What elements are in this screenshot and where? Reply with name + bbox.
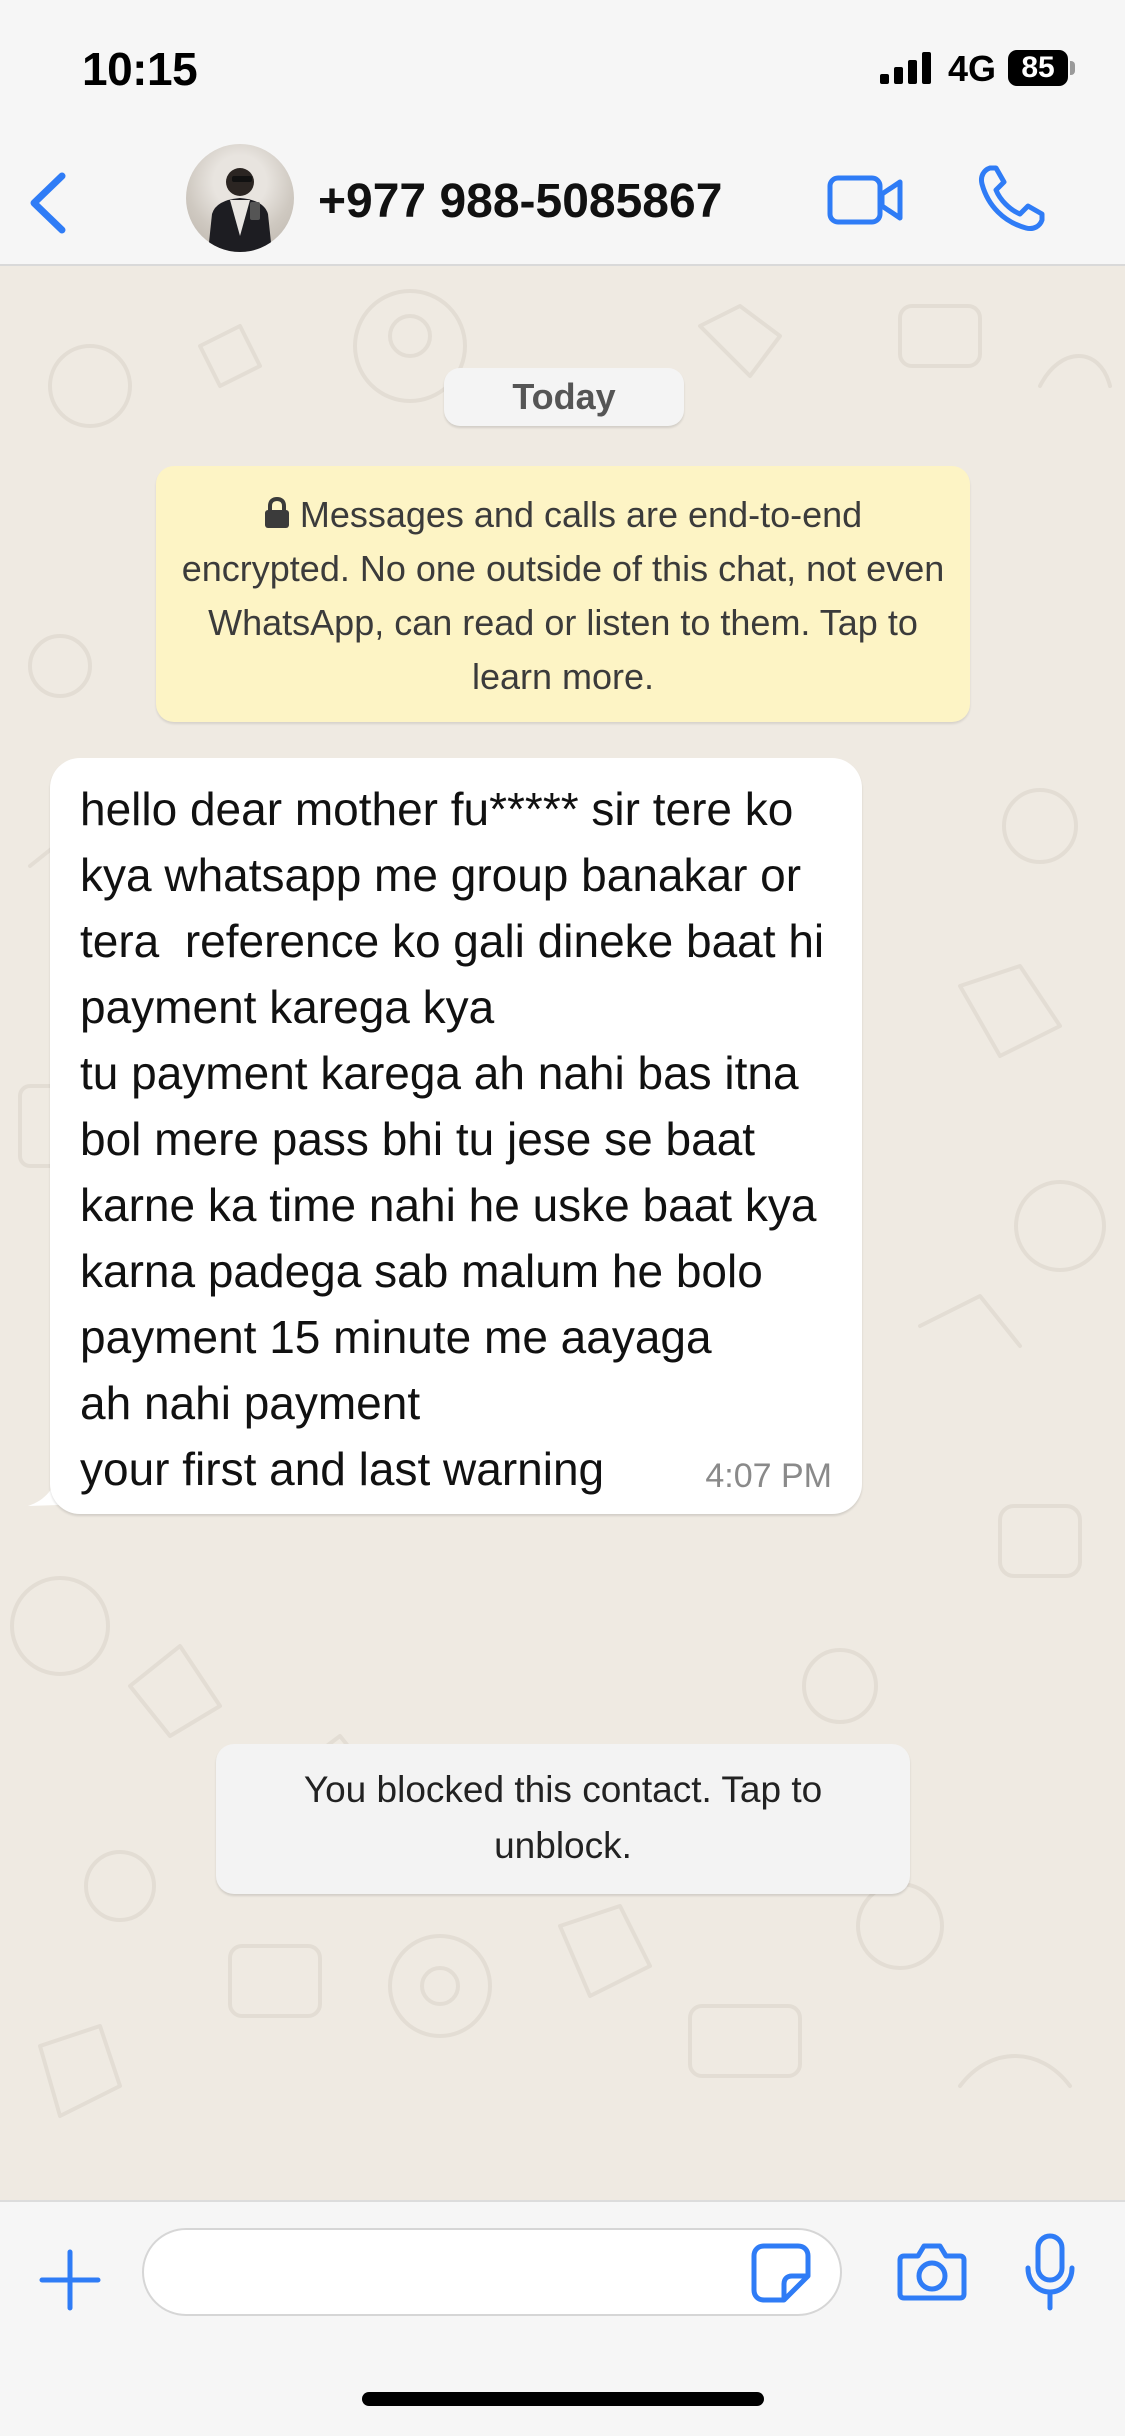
date-separator: Today [444, 368, 684, 426]
signal-icon [880, 52, 931, 84]
sticker-icon[interactable] [750, 2242, 812, 2304]
avatar[interactable] [186, 144, 294, 252]
plus-icon[interactable] [34, 2244, 106, 2316]
camera-icon[interactable] [896, 2238, 968, 2304]
chat-header: +977 988-5085867 [0, 140, 1125, 266]
chevron-left-icon[interactable] [18, 168, 78, 238]
avatar-photo [208, 168, 272, 252]
message-text: hello dear mother fu***** sir tere ko ky… [80, 783, 825, 1495]
video-camera-icon[interactable] [826, 168, 906, 232]
incoming-message-bubble[interactable]: hello dear mother fu***** sir tere ko ky… [50, 758, 862, 1514]
home-indicator[interactable] [362, 2392, 764, 2406]
chat-area[interactable]: Today Messages and calls are end-to-end … [0, 266, 1125, 2200]
battery-tip [1070, 61, 1075, 75]
status-bar: 10:15 4G 85 [0, 0, 1125, 140]
microphone-icon[interactable] [1020, 2232, 1080, 2312]
encryption-notice-text: Messages and calls are end-to-end encryp… [181, 494, 945, 697]
contact-name[interactable]: +977 988-5085867 [318, 174, 722, 229]
message-input[interactable] [142, 2228, 842, 2316]
message-timestamp: 4:07 PM [705, 1457, 832, 1495]
phone-icon[interactable] [976, 162, 1046, 234]
battery-icon: 85 [1008, 50, 1068, 86]
chat-screen: 10:15 4G 85 +977 988-5085867 Today Messa… [0, 0, 1125, 2436]
encryption-notice[interactable]: Messages and calls are end-to-end encryp… [156, 466, 970, 722]
status-time: 10:15 [82, 43, 198, 95]
network-type: 4G [948, 48, 997, 89]
lock-icon [264, 497, 289, 528]
blocked-contact-notice[interactable]: You blocked this contact. Tap to unblock… [216, 1744, 910, 1894]
